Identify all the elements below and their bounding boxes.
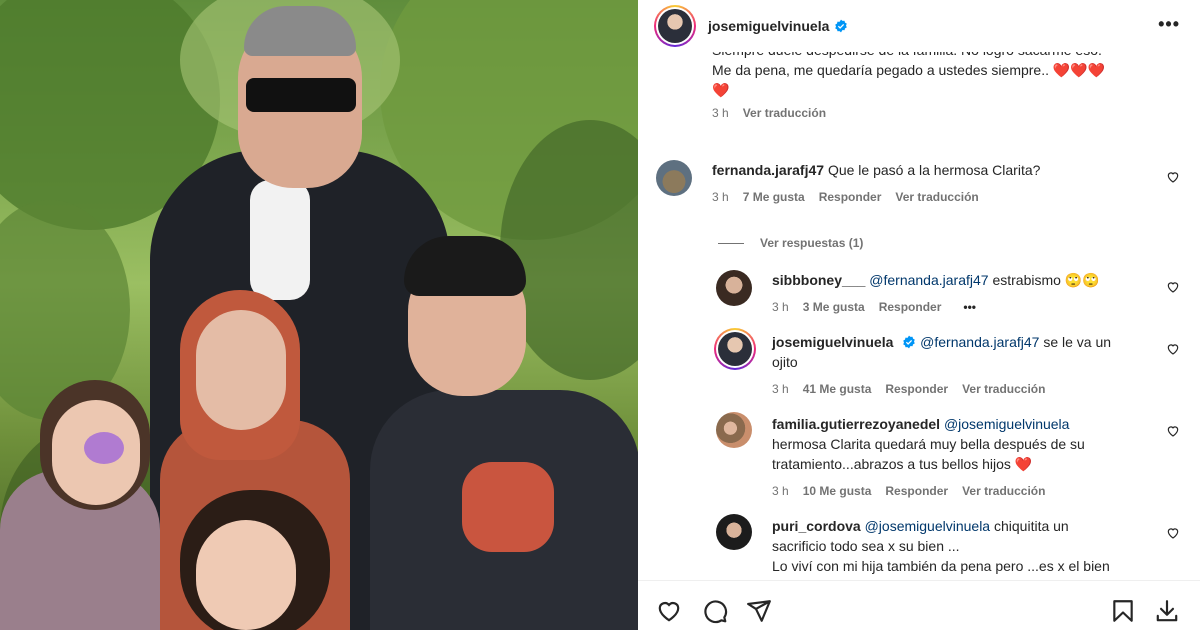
reply-button[interactable]: Responder: [819, 190, 882, 204]
commenter-avatar[interactable]: [716, 514, 752, 550]
caption-line-2: Me da pena, me quedaría pegado a ustedes…: [712, 62, 1106, 78]
more-options-icon[interactable]: •••: [1158, 14, 1180, 35]
comment-text: hermosa Clarita quedará muy bella despué…: [772, 436, 1085, 452]
comment-likes[interactable]: 7 Me gusta: [743, 190, 805, 204]
comment-text-2: ojito: [772, 354, 798, 370]
share-icon[interactable]: [746, 598, 772, 624]
commenter-username[interactable]: josemiguelvinuela: [772, 334, 893, 350]
caption-line-3: ❤️: [712, 82, 730, 98]
comment-text: Que le pasó a la hermosa Clarita?: [827, 162, 1041, 178]
caption-translate-link[interactable]: Ver traducción: [743, 106, 826, 120]
like-comment-heart-icon[interactable]: [1166, 424, 1180, 438]
post-header: josemiguelvinuela •••: [638, 0, 1200, 52]
commenter-avatar[interactable]: [716, 270, 752, 306]
comment-more-icon[interactable]: •••: [963, 300, 976, 314]
translate-link[interactable]: Ver traducción: [962, 484, 1045, 498]
view-replies-button[interactable]: Ver respuestas (1): [760, 236, 863, 250]
comment-text: chiquitita un: [994, 518, 1069, 534]
reply-button[interactable]: Responder: [885, 382, 948, 396]
translate-link[interactable]: Ver traducción: [962, 382, 1045, 396]
view-replies-row[interactable]: Ver respuestas (1): [718, 236, 863, 250]
commenter-username[interactable]: fernanda.jarafj47: [712, 162, 824, 178]
author-avatar[interactable]: [654, 5, 696, 47]
commenter-avatar[interactable]: [714, 328, 756, 370]
post-photo: [0, 0, 638, 630]
comment-text-2: tratamiento...abrazos a tus bellos hijos…: [772, 456, 1033, 472]
like-comment-heart-icon[interactable]: [1166, 526, 1180, 540]
comment-text-2: sacrificio todo sea x su bien ...: [772, 538, 960, 554]
replies-divider: [718, 242, 744, 244]
comment-mention[interactable]: @fernanda.jarafj47: [920, 334, 1039, 350]
commenter-username[interactable]: familia.gutierrezoyanedel: [772, 416, 940, 432]
comment-likes[interactable]: 41 Me gusta: [803, 382, 872, 396]
reply-button[interactable]: Responder: [885, 484, 948, 498]
reply-button[interactable]: Responder: [879, 300, 942, 314]
comment-time: 3 h: [772, 382, 789, 396]
like-comment-heart-icon[interactable]: [1166, 170, 1180, 184]
bookmark-icon[interactable]: [1110, 598, 1136, 624]
comment-mention[interactable]: @fernanda.jarafj47: [869, 272, 988, 288]
verified-icon: [903, 335, 916, 349]
comment-time: 3 h: [712, 190, 729, 204]
comment-time: 3 h: [772, 300, 789, 314]
post-actions-bar: [638, 580, 1200, 630]
like-comment-heart-icon[interactable]: [1166, 342, 1180, 356]
comment-icon[interactable]: [702, 598, 728, 624]
translate-link[interactable]: Ver traducción: [895, 190, 978, 204]
comment-mention[interactable]: @josemiguelvinuela: [865, 518, 991, 534]
comment-likes[interactable]: 10 Me gusta: [803, 484, 872, 498]
comment-text: estrabismo 🙄🙄: [992, 272, 1100, 288]
comments-panel: josemiguelvinuela ••• Siempre duele desp…: [638, 0, 1200, 630]
commenter-username[interactable]: sibbboney___: [772, 272, 865, 288]
comment-likes[interactable]: 3 Me gusta: [803, 300, 865, 314]
download-icon[interactable]: [1154, 598, 1180, 624]
comment-mention[interactable]: @josemiguelvinuela: [944, 416, 1070, 432]
comment-text-3: Lo viví con mi hija también da pena pero…: [772, 558, 1110, 574]
heart-icon[interactable]: [656, 598, 682, 624]
caption-line-1: Siempre duele despedirse de la familia. …: [712, 52, 1172, 60]
comment-time: 3 h: [772, 484, 789, 498]
commenter-username[interactable]: puri_cordova: [772, 518, 861, 534]
author-username[interactable]: josemiguelvinuela: [708, 18, 829, 34]
commenter-avatar[interactable]: [656, 160, 692, 196]
commenter-avatar[interactable]: [716, 412, 752, 448]
comments-list: Siempre duele despedirse de la familia. …: [638, 52, 1200, 580]
like-comment-heart-icon[interactable]: [1166, 280, 1180, 294]
comment-text: se le va un: [1043, 334, 1112, 350]
caption-time: 3 h: [712, 106, 729, 120]
verified-icon: [835, 19, 848, 33]
